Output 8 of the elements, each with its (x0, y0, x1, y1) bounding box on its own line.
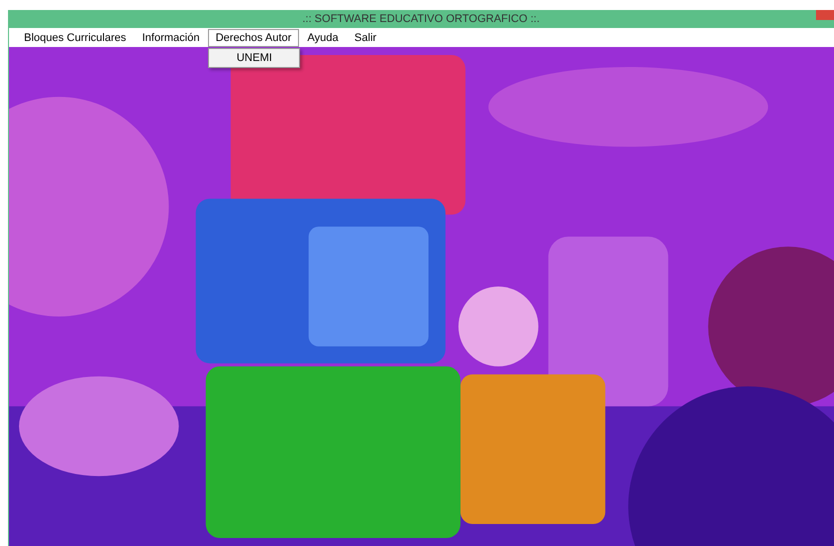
menu-option[interactable]: UNEMI (208, 50, 299, 64)
menu-item[interactable]: Salir (346, 28, 384, 46)
menu-item[interactable]: Derechos Autor (208, 28, 300, 46)
menu-item[interactable]: Ayuda (299, 28, 346, 46)
close-button[interactable] (816, 10, 834, 20)
menu-item[interactable]: Bloques Curriculares (16, 28, 134, 46)
menu-item[interactable]: Información (134, 28, 208, 46)
window-title: .:: SOFTWARE EDUCATIVO ORTOGRAFICO ::. (302, 13, 540, 25)
